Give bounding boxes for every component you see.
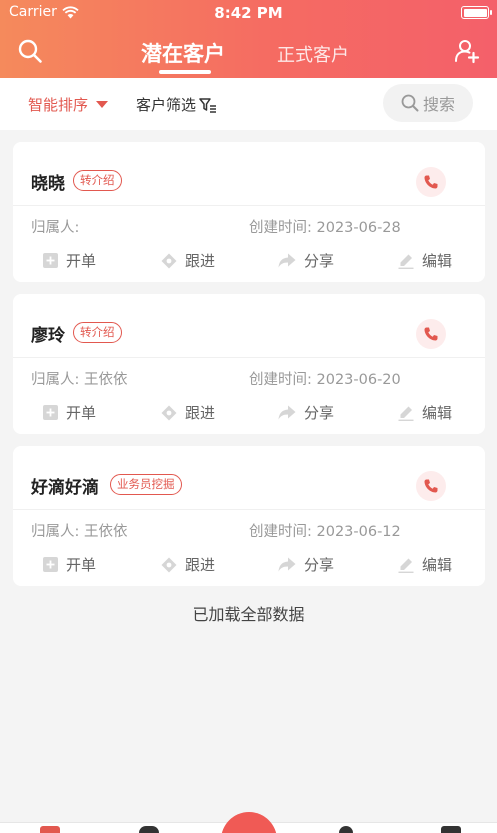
share-button[interactable]: 分享 bbox=[278, 554, 334, 575]
tab-potential-customers[interactable]: 潜在客户 bbox=[141, 38, 225, 68]
add-user-icon[interactable] bbox=[454, 38, 480, 64]
card-actions: 开单 跟进 分享 编辑 bbox=[13, 402, 485, 424]
call-button[interactable] bbox=[416, 319, 446, 349]
share-label: 分享 bbox=[304, 404, 335, 422]
status-bar: Carrier 8:42 PM bbox=[0, 0, 497, 26]
created-time: 创建时间: 2023-06-20 bbox=[249, 372, 401, 388]
center-action-button[interactable] bbox=[221, 812, 277, 833]
call-button[interactable] bbox=[416, 471, 446, 501]
edit-label: 编辑 bbox=[422, 556, 453, 574]
edit-icon bbox=[398, 558, 414, 573]
follow-up-label: 跟进 bbox=[185, 404, 216, 422]
plus-square-icon bbox=[43, 405, 58, 420]
edit-label: 编辑 bbox=[422, 252, 453, 270]
owner-text: 归属人: bbox=[31, 220, 80, 236]
customer-card[interactable]: 廖玲 转介绍 归属人: 王依依 创建时间: 2023-06-20 开单 跟进 分… bbox=[13, 294, 485, 434]
search-button[interactable]: 搜索 bbox=[383, 84, 473, 122]
follow-up-button[interactable]: 跟进 bbox=[161, 402, 215, 423]
created-time: 创建时间: 2023-06-12 bbox=[249, 524, 401, 540]
customer-name: 晓晓 bbox=[31, 174, 65, 194]
open-order-label: 开单 bbox=[66, 252, 97, 270]
follow-up-button[interactable]: 跟进 bbox=[161, 250, 215, 271]
all-data-loaded-text: 已加载全部数据 bbox=[192, 605, 305, 624]
edit-button[interactable]: 编辑 bbox=[398, 402, 452, 423]
tab-formal-customers[interactable]: 正式客户 bbox=[277, 41, 349, 67]
app-header: Carrier 8:42 PM 潜在客户 正式客户 bbox=[0, 0, 497, 78]
filter-label: 客户筛选 bbox=[136, 96, 197, 114]
edit-icon bbox=[398, 406, 414, 421]
edit-label: 编辑 bbox=[422, 404, 453, 422]
nav-bar: 潜在客户 正式客户 bbox=[0, 28, 497, 76]
sort-label: 智能排序 bbox=[28, 96, 89, 114]
call-button[interactable] bbox=[416, 167, 446, 197]
battery-icon bbox=[461, 6, 492, 19]
owner-text: 归属人: 王依依 bbox=[31, 524, 128, 540]
card-actions: 开单 跟进 分享 编辑 bbox=[13, 250, 485, 272]
tab-home-icon[interactable] bbox=[40, 826, 60, 833]
open-order-button[interactable]: 开单 bbox=[43, 402, 96, 423]
tab-messages-icon[interactable] bbox=[339, 826, 353, 833]
tab-customers-icon[interactable] bbox=[139, 826, 159, 833]
plus-square-icon bbox=[43, 557, 58, 572]
source-tag: 转介绍 bbox=[73, 322, 122, 343]
customer-card[interactable]: 好滴好滴 业务员挖掘 归属人: 王依依 创建时间: 2023-06-12 开单 … bbox=[13, 446, 485, 586]
phone-icon bbox=[424, 175, 438, 189]
open-order-button[interactable]: 开单 bbox=[43, 554, 96, 575]
owner-text: 归属人: 王依依 bbox=[31, 372, 128, 388]
customer-name: 好滴好滴 bbox=[31, 478, 99, 498]
search-label: 搜索 bbox=[422, 95, 455, 114]
card-divider bbox=[13, 357, 485, 358]
created-time: 创建时间: 2023-06-28 bbox=[249, 220, 401, 236]
plus-square-icon bbox=[43, 253, 58, 268]
open-order-label: 开单 bbox=[66, 404, 97, 422]
phone-icon bbox=[424, 479, 438, 493]
share-button[interactable]: 分享 bbox=[278, 250, 334, 271]
share-label: 分享 bbox=[304, 252, 335, 270]
sort-dropdown[interactable]: 智能排序 bbox=[28, 94, 109, 115]
share-icon bbox=[278, 405, 296, 420]
search-icon[interactable] bbox=[17, 38, 43, 64]
filter-icon bbox=[199, 97, 217, 113]
phone-icon bbox=[424, 327, 438, 341]
active-tab-indicator bbox=[159, 70, 211, 74]
compass-icon bbox=[161, 253, 177, 268]
card-divider bbox=[13, 205, 485, 206]
status-time: 8:42 PM bbox=[214, 4, 283, 22]
share-button[interactable]: 分享 bbox=[278, 402, 334, 423]
tab-profile-icon[interactable] bbox=[441, 826, 461, 833]
share-label: 分享 bbox=[304, 556, 335, 574]
share-icon bbox=[278, 253, 296, 268]
customer-card[interactable]: 晓晓 转介绍 归属人: 创建时间: 2023-06-28 开单 跟进 分享 编辑 bbox=[13, 142, 485, 282]
edit-button[interactable]: 编辑 bbox=[398, 250, 452, 271]
edit-button[interactable]: 编辑 bbox=[398, 554, 452, 575]
open-order-button[interactable]: 开单 bbox=[43, 250, 96, 271]
open-order-label: 开单 bbox=[66, 556, 97, 574]
source-tag: 转介绍 bbox=[73, 170, 122, 191]
caret-down-icon bbox=[96, 101, 109, 108]
follow-up-button[interactable]: 跟进 bbox=[161, 554, 215, 575]
source-tag: 业务员挖掘 bbox=[110, 474, 182, 495]
customer-filter-button[interactable]: 客户筛选 bbox=[136, 94, 217, 115]
customer-name: 廖玲 bbox=[31, 326, 65, 346]
compass-icon bbox=[161, 405, 177, 420]
share-icon bbox=[278, 557, 296, 572]
follow-up-label: 跟进 bbox=[185, 556, 216, 574]
edit-icon bbox=[398, 254, 414, 269]
compass-icon bbox=[161, 557, 177, 572]
search-icon bbox=[401, 94, 419, 112]
card-divider bbox=[13, 509, 485, 510]
card-actions: 开单 跟进 分享 编辑 bbox=[13, 554, 485, 576]
follow-up-label: 跟进 bbox=[185, 252, 216, 270]
